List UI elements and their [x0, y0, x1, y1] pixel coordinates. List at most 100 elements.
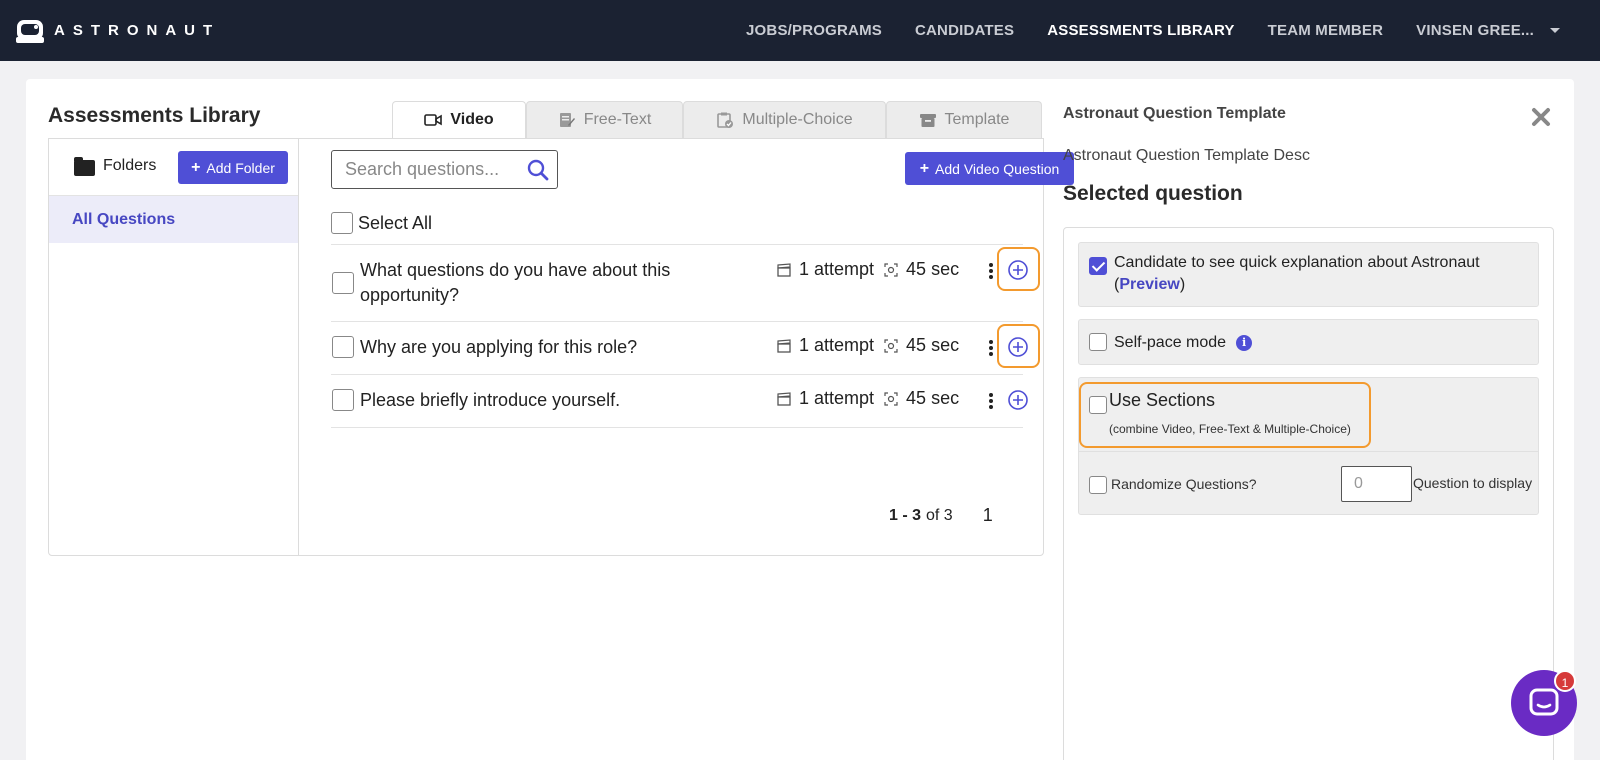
question-checkbox[interactable] — [332, 389, 354, 411]
question-count-input[interactable]: 0 — [1341, 466, 1412, 502]
notification-badge: 1 — [1554, 670, 1576, 692]
astronaut-helmet-icon — [16, 20, 44, 43]
time-text: 45 sec — [906, 335, 960, 355]
add-folder-button[interactable]: + Add Folder — [178, 151, 288, 184]
explanation-checkbox[interactable] — [1089, 257, 1107, 275]
clapperboard-icon — [777, 262, 791, 277]
clipboard-check-icon — [717, 112, 734, 128]
add-video-question-button[interactable]: + Add Video Question — [905, 152, 1074, 185]
clapperboard-icon — [777, 391, 791, 406]
pagination: 1 - 3 of 3 1 — [889, 505, 993, 526]
close-icon[interactable] — [1530, 106, 1552, 128]
randomize-label: Randomize Questions? — [1111, 476, 1257, 492]
questions-area: + Add Video Question Select All What que… — [299, 139, 1074, 555]
preview-link[interactable]: Preview — [1119, 276, 1179, 293]
time-text: 45 sec — [906, 259, 960, 279]
nav-jobs-programs[interactable]: JOBS/PROGRAMS — [746, 22, 882, 39]
user-menu[interactable]: VINSEN GREE... — [1416, 22, 1560, 39]
self-pace-checkbox[interactable] — [1089, 333, 1107, 351]
tab-free-text-label: Free-Text — [583, 111, 652, 128]
astronaut-logo[interactable]: ASTRONAUT — [16, 17, 220, 43]
attempts-text: 1 attempt — [799, 388, 875, 408]
randomize-checkbox[interactable] — [1089, 476, 1107, 494]
select-all-label: Select All — [358, 212, 433, 233]
nav-assessments-library[interactable]: ASSESSMENTS LIBRARY — [1047, 22, 1234, 39]
search-box — [331, 150, 558, 189]
add-circle-icon[interactable] — [1007, 389, 1029, 411]
explanation-option: Candidate to see quick explanation about… — [1078, 242, 1539, 307]
timer-icon — [884, 338, 898, 353]
clapperboard-icon — [777, 338, 791, 353]
pager-range: 1 - 3 — [889, 506, 922, 524]
question-meta: 1 attempt 45 sec — [777, 259, 959, 280]
question-meta: 1 attempt 45 sec — [777, 388, 959, 409]
archive-box-icon — [919, 114, 936, 127]
page-number[interactable]: 1 — [983, 505, 993, 526]
question-text: Please briefly introduce yourself. — [360, 390, 621, 410]
folder-item-all-questions[interactable]: All Questions — [49, 196, 298, 243]
explanation-label: Candidate to see quick explanation about… — [1114, 252, 1534, 296]
nav-candidates[interactable]: CANDIDATES — [915, 22, 1014, 39]
explanation-close-paren: ) — [1179, 276, 1186, 293]
plus-icon: + — [919, 159, 930, 177]
question-row: Please briefly introduce yourself. 1 att… — [331, 375, 1028, 428]
template-description: Astronaut Question Template Desc — [1063, 147, 1310, 164]
video-camera-icon — [424, 114, 443, 126]
more-options-icon[interactable] — [989, 263, 993, 279]
question-checkbox[interactable] — [332, 272, 354, 294]
more-options-icon[interactable] — [989, 393, 993, 409]
question-type-tabs: Video Free-Text Multiple-Choice Template — [392, 101, 1042, 138]
self-pace-option: Self-pace mode i — [1078, 319, 1539, 365]
document-pen-icon — [559, 113, 575, 127]
question-text: Why are you applying for this role? — [360, 337, 638, 357]
highlight-outline — [997, 324, 1040, 368]
timer-icon — [884, 262, 898, 277]
template-title: Astronaut Question Template — [1063, 105, 1286, 122]
question-text: What questions do you have about this op… — [360, 260, 671, 305]
user-name: VINSEN GREE... — [1416, 22, 1534, 39]
page-title: Assessments Library — [48, 104, 261, 127]
self-pace-row: Self-pace mode i — [1114, 332, 1253, 354]
library-panel: Folders + Add Folder All Questions + Add… — [48, 138, 1074, 556]
search-input[interactable] — [332, 151, 517, 188]
folders-label: Folders — [103, 157, 157, 174]
add-video-question-label: Add Video Question — [935, 160, 1060, 177]
plus-icon: + — [191, 158, 201, 176]
tab-multiple-choice[interactable]: Multiple-Choice — [683, 101, 886, 138]
tab-multiple-choice-label: Multiple-Choice — [742, 111, 853, 128]
question-list: What questions do you have about this op… — [331, 244, 1040, 428]
selected-question-box: Candidate to see quick explanation about… — [1063, 227, 1554, 760]
info-icon[interactable]: i — [1236, 334, 1253, 351]
question-row: What questions do you have about this op… — [331, 245, 1040, 322]
question-to-display-label: Question to display — [1413, 475, 1533, 491]
chevron-down-icon — [1550, 28, 1560, 33]
folder-icon — [74, 157, 95, 176]
highlight-outline — [997, 247, 1040, 291]
more-options-icon[interactable] — [989, 340, 993, 356]
top-navbar: ASTRONAUT JOBS/PROGRAMS CANDIDATES ASSES… — [0, 0, 1600, 61]
question-row: Why are you applying for this role? 1 at… — [331, 322, 1040, 375]
self-pace-label: Self-pace mode — [1114, 334, 1227, 351]
folders-sidebar: Folders + Add Folder All Questions — [49, 139, 299, 555]
chat-icon — [1529, 688, 1559, 716]
highlight-outline — [1079, 382, 1371, 448]
nav-team-member[interactable]: TEAM MEMBER — [1268, 22, 1384, 39]
tab-template[interactable]: Template — [886, 101, 1042, 138]
pager-of-text: of 3 — [926, 506, 953, 524]
select-all-checkbox[interactable] — [331, 212, 353, 234]
select-all[interactable]: Select All — [331, 212, 432, 234]
selected-question-title: Selected question — [1063, 182, 1243, 205]
attempts-text: 1 attempt — [799, 259, 875, 279]
tab-video[interactable]: Video — [392, 101, 526, 138]
tab-video-label: Video — [450, 111, 494, 128]
divider — [1079, 451, 1538, 452]
question-meta: 1 attempt 45 sec — [777, 335, 959, 356]
timer-icon — [884, 391, 898, 406]
question-checkbox[interactable] — [332, 336, 354, 358]
add-folder-label: Add Folder — [206, 159, 275, 176]
attempts-text: 1 attempt — [799, 335, 875, 355]
logo-text: ASTRONAUT — [54, 21, 221, 39]
tab-free-text[interactable]: Free-Text — [526, 101, 683, 138]
search-icon[interactable] — [527, 159, 549, 181]
time-text: 45 sec — [906, 388, 960, 408]
